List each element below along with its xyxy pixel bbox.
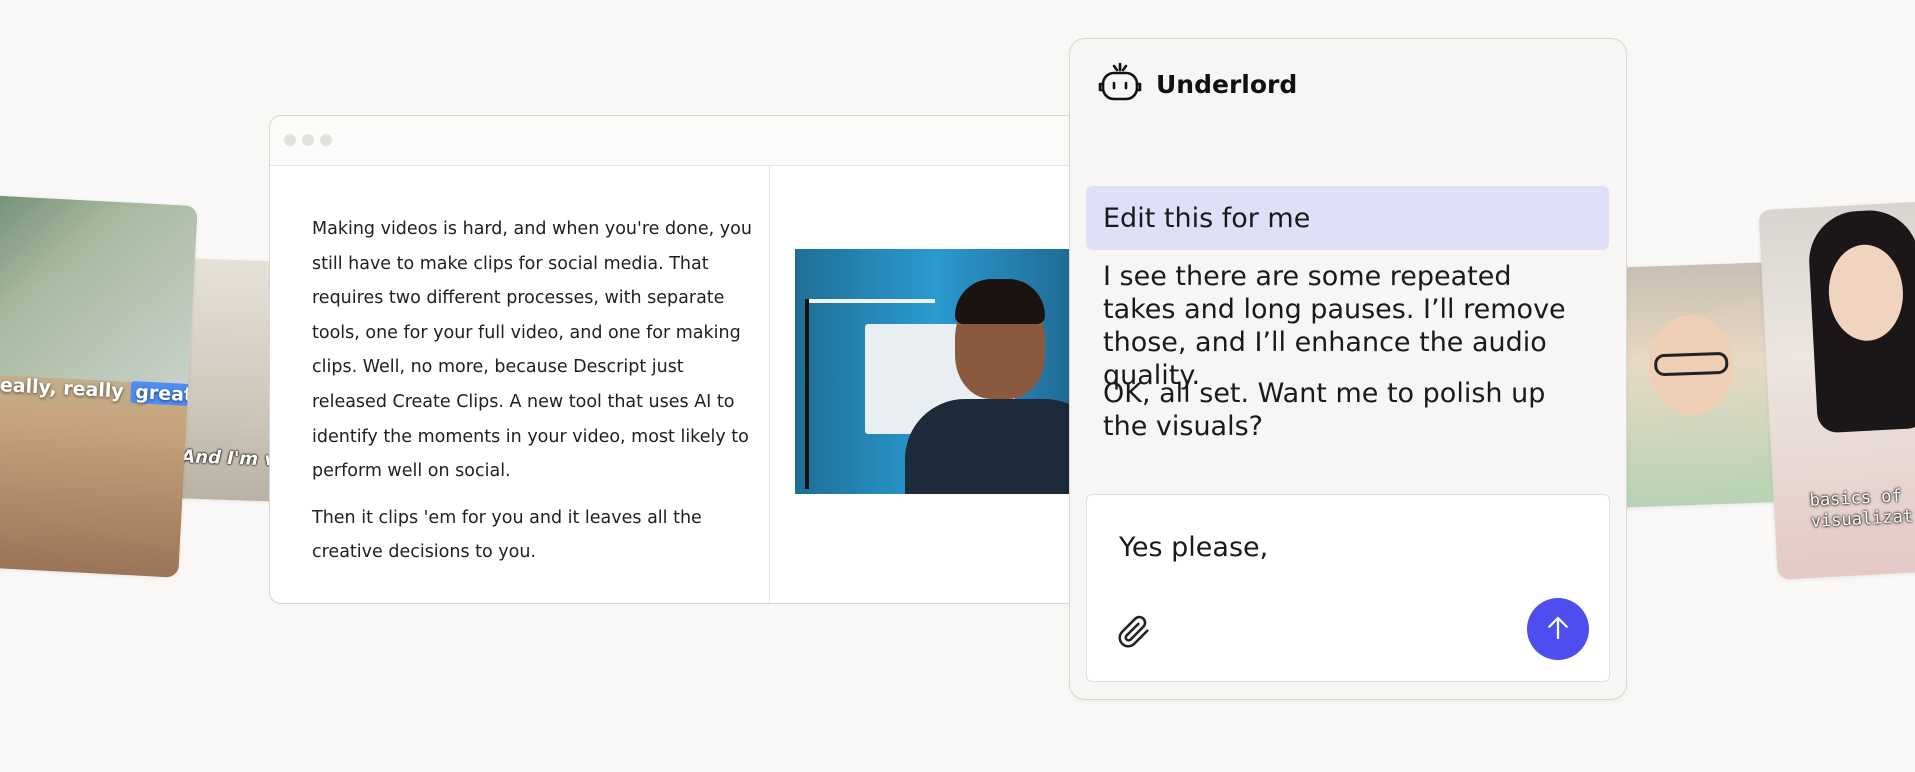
robot-icon (1098, 60, 1142, 108)
editor-window: Making videos is hard, and when you're d… (269, 115, 1089, 604)
window-titlebar (270, 116, 1088, 166)
send-button[interactable] (1527, 598, 1589, 660)
underlord-panel: Underlord Edit this for me I see there a… (1069, 38, 1627, 700)
video-card-right: basics of visualizat (1758, 200, 1915, 580)
caption-highlight: great (129, 380, 198, 407)
video-lamp-pole (805, 299, 809, 489)
window-dot (284, 134, 296, 146)
video-person-hair (955, 279, 1045, 324)
assistant-message: I see there are some repeated takes and … (1103, 261, 1566, 391)
transcript-panel[interactable]: Making videos is hard, and when you're d… (270, 166, 770, 603)
panel-title: Underlord (1156, 69, 1298, 99)
paperclip-icon[interactable] (1115, 613, 1153, 651)
video-card-left: eally, really great (0, 194, 198, 578)
video-preview[interactable] (795, 249, 1088, 494)
video-frame-top (0, 194, 198, 385)
video-card-right-back (1600, 262, 1785, 508)
message-input[interactable] (1117, 531, 1581, 564)
window-dot (320, 134, 332, 146)
transcript-paragraph[interactable]: Making videos is hard, and when you're d… (312, 212, 755, 489)
arrow-up-icon (1543, 613, 1573, 646)
video-card-caption: basics of visualizat (1809, 486, 1914, 532)
video-card-caption: And I'm v (180, 446, 277, 471)
window-dot (302, 134, 314, 146)
panel-header: Underlord (1098, 61, 1297, 107)
user-message: Edit this for me (1086, 186, 1609, 250)
video-glasses (1653, 351, 1729, 377)
video-person-body (905, 399, 1088, 494)
video-lamp (805, 299, 935, 303)
transcript-paragraph[interactable]: Then it clips 'em for you and it leaves … (312, 501, 755, 570)
message-composer (1086, 494, 1610, 682)
assistant-message: OK, all set. Want me to polish up the vi… (1103, 378, 1546, 442)
